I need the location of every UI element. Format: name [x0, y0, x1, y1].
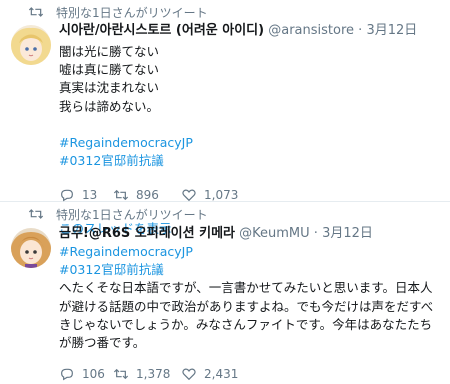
tweet[interactable]: 特別な1日さんがリツイート 금무!@R6S 오퍼레이션 키메라 @KeumMU …: [0, 202, 450, 381]
author-handle[interactable]: @aransistore: [268, 23, 354, 38]
author-handle[interactable]: @KeumMU: [239, 226, 310, 241]
tweet-line: 闇は光に勝てない: [59, 44, 160, 59]
avatar[interactable]: [11, 25, 51, 65]
tweet-text: 闇は光に勝てない 嘘は真に勝てない 真実は沈まれない 我らは諦めない。 #Reg…: [59, 43, 442, 170]
author-name[interactable]: 금무!@R6S 오퍼레이션 키메라: [59, 226, 235, 241]
retweet-context: 特別な1日さんがリツイート: [28, 3, 208, 21]
reply-button[interactable]: 106: [59, 366, 113, 382]
retweet-context-label[interactable]: 特別な1日さんがリツイート: [56, 206, 208, 223]
tweet[interactable]: 特別な1日さんがリツイート 시아란/아란시스토르 (어려운 아이디) @aran…: [0, 0, 450, 236]
retweet-context-label[interactable]: 特別な1日さんがリツイート: [56, 4, 208, 21]
reply-count: 106: [82, 367, 105, 382]
reply-icon: [61, 368, 73, 381]
retweet-icon: [28, 7, 44, 17]
tweet-body: へたくそな日本語ですが、一言書かせてみたいと思います。日本人が避ける話題の中で政…: [59, 280, 434, 351]
hashtag-link[interactable]: #RegaindemocracyJP: [59, 134, 442, 152]
retweet-context: 特別な1日さんがリツイート: [28, 205, 208, 223]
retweet-icon: [113, 190, 129, 201]
retweet-button[interactable]: 1,378: [113, 366, 181, 382]
tweet-line: 我らは諦めない。: [59, 98, 160, 114]
retweet-icon: [28, 209, 44, 219]
reply-count: 13: [82, 188, 98, 203]
hashtag-link[interactable]: #0312官邸前抗議: [59, 152, 442, 170]
author-name[interactable]: 시아란/아란시스토르 (어려운 아이디): [59, 23, 264, 38]
like-count: 1,073: [204, 188, 239, 203]
tweet-header: 금무!@R6S 오퍼레이션 키메라 @KeumMU · 3月12日: [59, 225, 442, 243]
like-button[interactable]: 1,073: [181, 187, 261, 203]
avatar[interactable]: [11, 228, 51, 268]
like-button[interactable]: 2,431: [181, 366, 261, 382]
reply-icon: [61, 189, 73, 202]
timestamp[interactable]: 3月12日: [322, 226, 373, 241]
like-icon: [182, 368, 196, 381]
tweet-header: 시아란/아란시스토르 (어려운 아이디) @aransistore · 3月12…: [59, 22, 442, 40]
timestamp[interactable]: 3月12日: [366, 23, 417, 38]
tweet-text: #RegaindemocracyJP #0312官邸前抗議 へたくそな日本語です…: [59, 243, 442, 352]
hashtag-link[interactable]: #0312官邸前抗議: [59, 261, 442, 279]
retweet-count: 896: [136, 188, 159, 203]
tweet-line: 嘘は真に勝てない: [59, 62, 160, 78]
separator: ·: [358, 23, 363, 38]
separator: ·: [313, 226, 318, 241]
retweet-count: 1,378: [136, 367, 171, 382]
tweet-line: 真実は沈まれない: [59, 80, 160, 96]
like-icon: [182, 189, 196, 202]
like-count: 2,431: [204, 367, 239, 382]
hashtag-link[interactable]: #RegaindemocracyJP: [59, 243, 442, 261]
retweet-icon: [113, 369, 129, 380]
reply-button[interactable]: 13: [59, 187, 113, 203]
tweet-actions: 106 1,378 2,431: [59, 364, 442, 384]
retweet-button[interactable]: 896: [113, 187, 181, 203]
